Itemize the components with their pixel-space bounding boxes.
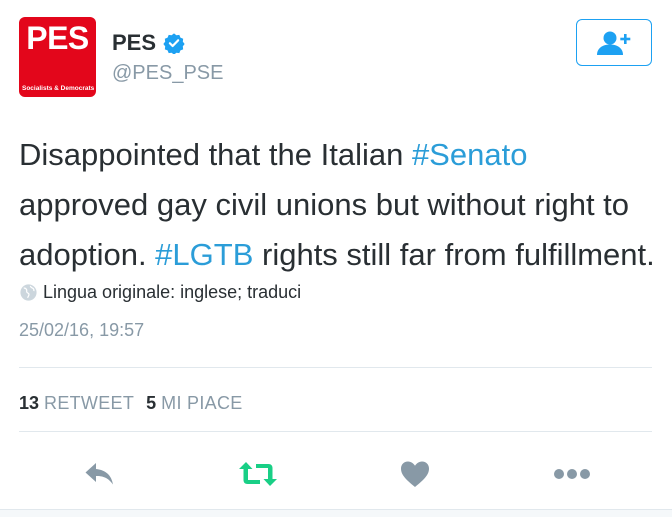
original-language-label: Lingua originale: inglese;	[43, 282, 243, 302]
display-name[interactable]: PES	[112, 30, 156, 56]
translation-row: Lingua originale: inglese; traduci	[19, 282, 301, 303]
retweet-button[interactable]	[236, 454, 280, 494]
reply-icon	[85, 463, 113, 485]
tweet-text-part: rights still far from fulfillment.	[253, 237, 655, 272]
name-row: PES	[112, 30, 185, 56]
retweet-label[interactable]: RETWEET	[44, 393, 134, 414]
divider	[19, 367, 652, 368]
more-button[interactable]	[550, 454, 594, 494]
action-bar	[0, 454, 672, 494]
like-count[interactable]: 5	[146, 393, 156, 414]
divider	[19, 431, 652, 432]
tweet-text-part: Disappointed that the Italian	[19, 137, 412, 172]
tweet-stats: 13 RETWEET 5 MI PIACE	[19, 393, 255, 414]
like-label[interactable]: MI PIACE	[161, 393, 242, 414]
bottom-strip	[0, 509, 672, 517]
follow-button[interactable]	[576, 19, 652, 66]
translate-link[interactable]: traduci	[247, 282, 301, 303]
tweet-text: Disappointed that the Italian #Senato ap…	[19, 130, 664, 280]
more-dots-icon	[554, 469, 590, 479]
hashtag-senato-link[interactable]: #Senato	[412, 137, 528, 172]
verified-badge-icon	[163, 33, 185, 54]
reply-button[interactable]	[78, 454, 122, 494]
tweet-timestamp[interactable]: 25/02/16, 19:57	[19, 320, 144, 341]
hashtag-lgtb-link[interactable]: #LGTB	[155, 237, 253, 272]
add-user-icon	[597, 31, 631, 55]
heart-icon	[401, 461, 429, 487]
avatar[interactable]: PES Socialists & Democrats	[19, 17, 96, 97]
avatar-logo-text: PES	[26, 20, 89, 56]
user-handle[interactable]: @PES_PSE	[112, 62, 223, 85]
retweet-count[interactable]: 13	[19, 393, 39, 414]
globe-icon	[20, 284, 37, 301]
avatar-logo-subtext: Socialists & Democrats	[22, 85, 95, 92]
retweet-icon	[239, 462, 277, 486]
like-button[interactable]	[393, 454, 437, 494]
tweet-card: PES Socialists & Democrats PES @PES_PSE …	[0, 0, 672, 517]
